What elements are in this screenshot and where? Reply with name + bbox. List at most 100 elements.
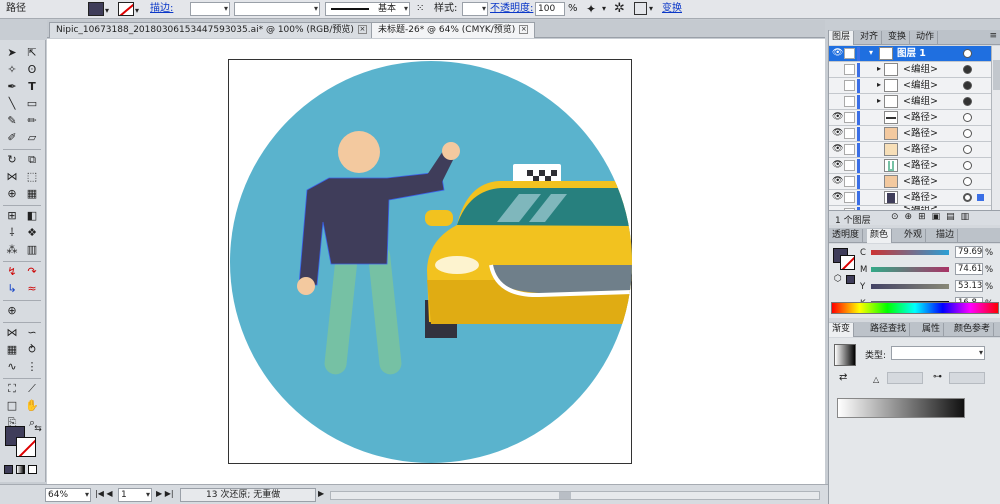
target-icon[interactable]: ⊕ bbox=[4, 304, 20, 318]
selection-tool-icon[interactable]: ➤ bbox=[4, 46, 20, 60]
recolor-icon[interactable]: ✦ bbox=[586, 2, 596, 16]
warp-tool-icon[interactable]: ⋈ bbox=[4, 326, 20, 340]
layer-row[interactable]: ▸ <编组> bbox=[829, 62, 991, 78]
layer-row[interactable]: 👁 <路径> bbox=[829, 174, 991, 190]
settings-icon[interactable]: ✲ bbox=[614, 1, 625, 16]
eye-icon[interactable]: 👁 bbox=[832, 145, 843, 154]
magenta-input[interactable]: 74.61 bbox=[955, 263, 983, 275]
expand-arrow-icon[interactable]: ▸ bbox=[877, 96, 881, 105]
eyedropper-icon[interactable]: ⸸ bbox=[4, 226, 20, 240]
stroke-dropdown-icon[interactable]: ▾ bbox=[135, 6, 139, 15]
artboard-tool-icon[interactable]: ⛶ bbox=[4, 382, 20, 396]
selection-indicator[interactable] bbox=[977, 194, 984, 201]
next-page-icon[interactable]: ▶ ▶| bbox=[156, 489, 174, 498]
align-icon[interactable]: ⁙ bbox=[416, 3, 429, 15]
target-icon[interactable] bbox=[963, 49, 972, 58]
expand-arrow-icon[interactable]: ▸ bbox=[877, 64, 881, 73]
tab-align[interactable]: 对齐 bbox=[857, 31, 883, 45]
free-transform-icon[interactable]: ⬚ bbox=[24, 170, 40, 184]
target-icon[interactable] bbox=[963, 65, 972, 74]
tab-attributes[interactable]: 属性 bbox=[919, 323, 945, 337]
stroke-color-swatch[interactable] bbox=[16, 437, 36, 457]
first-page-icon[interactable]: |◀ ◀ bbox=[95, 489, 113, 498]
target-icon[interactable] bbox=[963, 177, 972, 186]
page-select[interactable]: 1 bbox=[118, 488, 152, 502]
rectangle-tool-icon[interactable]: ▭ bbox=[24, 97, 40, 111]
expand-arrow-icon[interactable]: ▸ bbox=[877, 80, 881, 89]
eye-icon[interactable]: 👁 bbox=[832, 177, 843, 186]
layer-row[interactable]: ▸ <编组> bbox=[829, 78, 991, 94]
cube-icon[interactable]: ⬡ bbox=[834, 274, 842, 284]
layer-row[interactable]: 👁 ▾ 图层 1 bbox=[829, 46, 991, 62]
opacity-label[interactable]: 不透明度: bbox=[490, 3, 533, 15]
color-spectrum[interactable] bbox=[831, 302, 999, 314]
pencil-icon[interactable]: ✏ bbox=[24, 114, 40, 128]
tab-document-1[interactable]: Nipic_10673188_20180306153447593035.ai* … bbox=[49, 22, 374, 38]
layers-scrollbar[interactable] bbox=[991, 46, 1000, 214]
graph-tool-icon[interactable]: ▥ bbox=[24, 243, 40, 257]
eye-icon[interactable]: 👁 bbox=[832, 113, 843, 122]
style-select[interactable] bbox=[462, 2, 488, 16]
smooth-tool-icon[interactable]: ≈ bbox=[24, 282, 40, 296]
opacity-input[interactable]: 100 bbox=[535, 2, 565, 16]
hand-tool-icon[interactable]: □ bbox=[4, 399, 20, 413]
pen-tool-icon[interactable]: ✒ bbox=[4, 80, 20, 94]
paintbrush-icon[interactable]: ✎ bbox=[4, 114, 20, 128]
tab-color-guide[interactable]: 颜色参考 bbox=[951, 323, 995, 337]
perspective-grid-icon[interactable]: ▦ bbox=[24, 187, 40, 201]
brush-select[interactable]: 基本 bbox=[325, 2, 410, 16]
transform-link[interactable]: 变换 bbox=[662, 3, 682, 15]
angle-icon[interactable]: △ bbox=[873, 375, 879, 384]
aspect-ratio-input[interactable] bbox=[949, 372, 985, 384]
stroke-color-box[interactable] bbox=[840, 255, 855, 270]
variable-width-select[interactable] bbox=[234, 2, 320, 16]
align-dropdown-icon[interactable]: ▾ bbox=[649, 4, 653, 13]
target-icon[interactable] bbox=[963, 129, 972, 138]
align-to-icon[interactable] bbox=[634, 2, 647, 15]
tab-transparency[interactable]: 透明度 bbox=[829, 229, 864, 243]
eye-icon[interactable]: 👁 bbox=[832, 193, 843, 202]
cyan-slider[interactable] bbox=[871, 250, 949, 255]
magenta-slider[interactable] bbox=[871, 267, 949, 272]
eraser-icon[interactable]: ▱ bbox=[24, 131, 40, 145]
gradient-slider[interactable] bbox=[837, 398, 965, 418]
stroke-swatch[interactable] bbox=[118, 2, 134, 16]
layer-row[interactable]: 👁 <路径> bbox=[829, 110, 991, 126]
zoom-select[interactable]: 64% bbox=[45, 488, 91, 502]
horizontal-scrollbar[interactable] bbox=[330, 491, 820, 500]
out-of-gamut-swatch[interactable] bbox=[846, 275, 855, 284]
yellow-input[interactable]: 53.13 bbox=[955, 280, 983, 292]
mesh-tool-icon[interactable]: ⊞ bbox=[4, 209, 20, 223]
target-icon[interactable] bbox=[963, 145, 972, 154]
blob-brush-icon[interactable]: ✐ bbox=[4, 131, 20, 145]
fill-swatch[interactable] bbox=[88, 2, 104, 16]
column-graph-icon[interactable]: ⋮ bbox=[24, 360, 40, 374]
layer-row[interactable]: 👁 <路径> bbox=[829, 142, 991, 158]
stroke-weight-select[interactable] bbox=[190, 2, 230, 16]
eye-icon[interactable]: 👁 bbox=[832, 161, 843, 170]
curvature-icon[interactable]: ↷ bbox=[24, 265, 40, 279]
gradient-mode-icon[interactable] bbox=[16, 465, 25, 474]
taxi-illustration[interactable] bbox=[229, 60, 633, 465]
hand-icon[interactable]: ✋ bbox=[24, 399, 40, 413]
angle-input[interactable] bbox=[887, 372, 923, 384]
tab-gradient[interactable]: 渐变 bbox=[829, 323, 855, 337]
anchor-convert-icon[interactable]: ↳ bbox=[4, 282, 20, 296]
expand-arrow-icon[interactable]: ▾ bbox=[869, 48, 873, 57]
tab-color[interactable]: 颜色 bbox=[867, 229, 893, 243]
target-icon[interactable] bbox=[963, 97, 972, 106]
layer-row[interactable]: ▸ <编组> bbox=[829, 94, 991, 110]
width-tool-icon[interactable]: ⋈ bbox=[4, 170, 20, 184]
target-icon[interactable] bbox=[963, 113, 972, 122]
tab-transform[interactable]: 变换 bbox=[885, 31, 911, 45]
target-icon[interactable] bbox=[963, 161, 972, 170]
pucker-tool-icon[interactable]: ▦ bbox=[4, 343, 20, 357]
layer-action-icons[interactable]: ⊙⊕⊞▣▤▥ bbox=[891, 212, 975, 222]
aspect-ratio-icon[interactable]: ⊶ bbox=[933, 372, 942, 382]
shape-builder-icon[interactable]: ⊕ bbox=[4, 187, 20, 201]
panel-menu-icon[interactable]: ≡ bbox=[989, 31, 997, 41]
eye-icon[interactable]: 👁 bbox=[832, 129, 843, 138]
cyan-input[interactable]: 79.69 bbox=[955, 246, 983, 258]
tab-appearance[interactable]: 外观 bbox=[901, 229, 927, 243]
close-icon[interactable]: × bbox=[519, 25, 529, 34]
